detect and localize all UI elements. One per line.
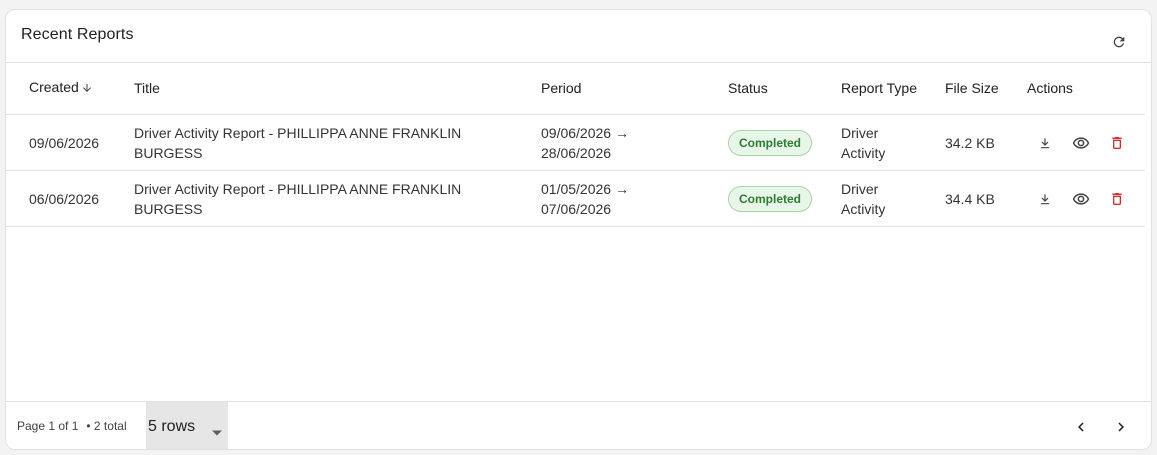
title-line: BURGESS <box>134 200 203 217</box>
table-header-row: Created Title Period Status Report Type … <box>6 62 1145 115</box>
cell-report-type: Driver Activity <box>841 170 945 227</box>
recent-reports-card: Recent Reports Created Title Period Stat… <box>5 9 1152 450</box>
chevron-right-icon <box>1118 422 1124 432</box>
eye-icon <box>1072 192 1090 205</box>
download-button[interactable] <box>1034 132 1056 154</box>
view-button[interactable] <box>1070 188 1092 210</box>
previous-page-button[interactable] <box>1069 415 1093 439</box>
rows-per-page-value: 5 rows <box>148 417 196 435</box>
header-created-label: Created <box>29 79 79 96</box>
report-type-line: Activity <box>841 200 886 217</box>
delete-button[interactable] <box>1106 132 1128 154</box>
report-type-line: Activity <box>841 144 886 161</box>
cell-created: 09/06/2026 <box>6 114 134 171</box>
page-indicator: Page 1 of 1 <box>17 419 79 433</box>
table-footer: Page 1 of 1 • 2 total 5 rows <box>6 401 1151 449</box>
next-page-button[interactable] <box>1109 415 1133 439</box>
period-end: 28/06/2026 <box>541 144 612 161</box>
chevron-left-icon <box>1078 422 1084 432</box>
reports-table: Created Title Period Status Report Type … <box>6 62 1151 227</box>
download-icon <box>1040 193 1050 204</box>
cell-file-size: 34.4 KB <box>945 170 1027 227</box>
period-end: 07/06/2026 <box>541 200 612 217</box>
cell-file-size: 34.2 KB <box>945 114 1027 171</box>
pagination-info: Page 1 of 1 • 2 total <box>17 419 127 433</box>
status-badge: Completed <box>728 129 813 156</box>
cell-report-type: Driver Activity <box>841 114 945 171</box>
header-file-size[interactable]: File Size <box>945 62 1027 115</box>
trash-icon <box>1112 136 1122 149</box>
period-start: 09/06/2026 → <box>541 124 629 141</box>
download-icon <box>1040 137 1050 148</box>
cell-title: Driver Activity Report - PHILLIPPA ANNE … <box>134 170 541 227</box>
title-line: Driver Activity Report - PHILLIPPA ANNE … <box>134 180 462 197</box>
title-line: BURGESS <box>134 144 203 161</box>
cell-actions <box>1027 170 1145 227</box>
cell-actions <box>1027 114 1145 171</box>
header-status[interactable]: Status <box>728 62 841 115</box>
report-type-line: Driver <box>841 124 879 141</box>
header-actions: Actions <box>1027 62 1145 115</box>
download-button[interactable] <box>1034 188 1056 210</box>
eye-icon <box>1072 136 1090 149</box>
trash-icon <box>1112 192 1122 205</box>
report-type-line: Driver <box>841 180 879 197</box>
cell-status: Completed <box>728 114 841 171</box>
header-title[interactable]: Title <box>134 62 541 115</box>
card-header: Recent Reports <box>6 10 1151 63</box>
cell-created: 06/06/2026 <box>6 170 134 227</box>
view-button[interactable] <box>1070 132 1092 154</box>
cell-title: Driver Activity Report - PHILLIPPA ANNE … <box>134 114 541 171</box>
refresh-button[interactable] <box>1107 30 1131 54</box>
header-period[interactable]: Period <box>541 62 728 115</box>
total-count: • 2 total <box>86 419 127 433</box>
header-report-type[interactable]: Report Type <box>841 62 945 115</box>
table-row: 06/06/2026 Driver Activity Report - PHIL… <box>6 170 1145 227</box>
refresh-icon <box>1113 36 1125 48</box>
arrow-down-icon <box>81 81 93 97</box>
period-start: 01/05/2026 → <box>541 180 629 197</box>
cell-status: Completed <box>728 170 841 227</box>
card-title: Recent Reports <box>21 26 134 43</box>
delete-button[interactable] <box>1106 188 1128 210</box>
caret-down-icon <box>212 423 222 441</box>
rows-per-page-select[interactable]: 5 rows <box>146 402 228 449</box>
cell-period: 01/05/2026 → 07/06/2026 <box>541 170 728 227</box>
table-row: 09/06/2026 Driver Activity Report - PHIL… <box>6 114 1145 171</box>
cell-period: 09/06/2026 → 28/06/2026 <box>541 114 728 171</box>
title-line: Driver Activity Report - PHILLIPPA ANNE … <box>134 124 462 141</box>
header-created[interactable]: Created <box>6 62 134 115</box>
status-badge: Completed <box>728 185 813 212</box>
